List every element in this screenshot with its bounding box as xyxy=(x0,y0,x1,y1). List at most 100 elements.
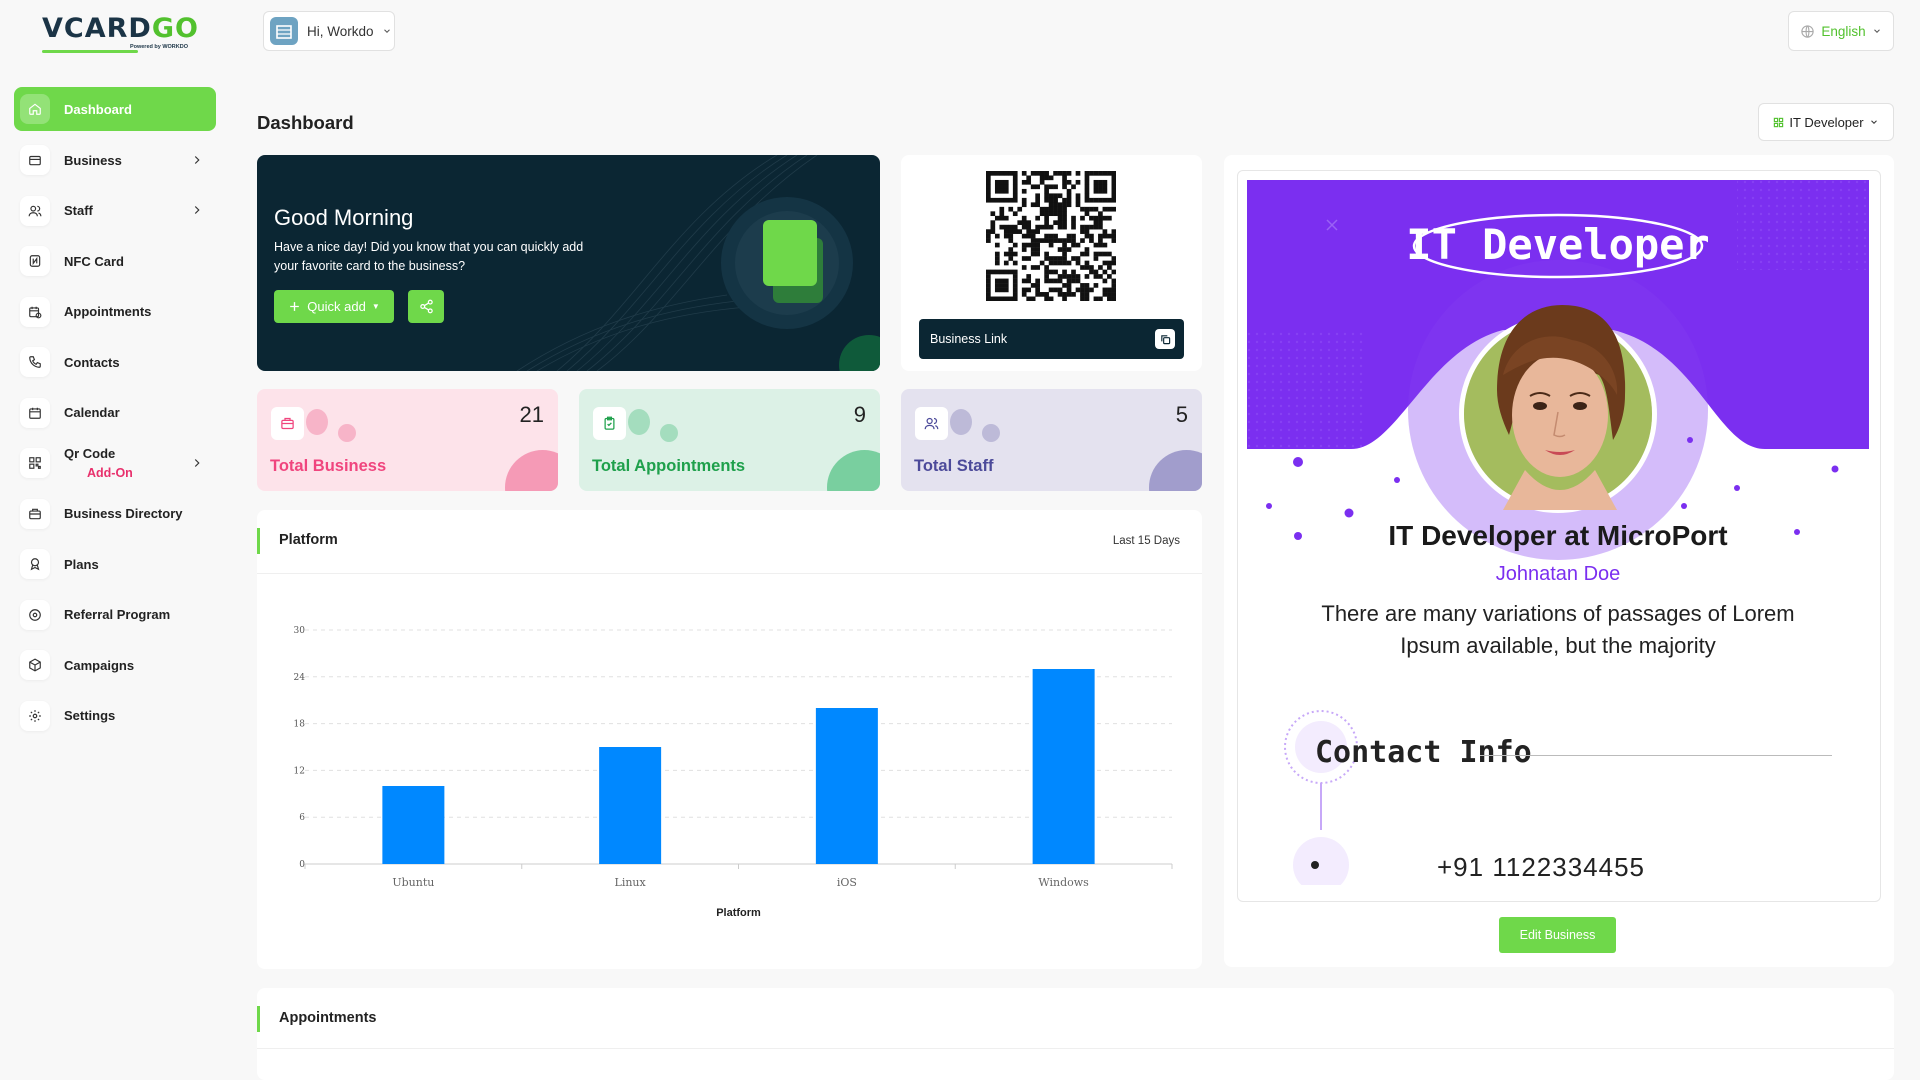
qr-module xyxy=(999,269,1005,275)
qr-module xyxy=(1021,224,1027,230)
sidebar-item-label: Settings xyxy=(64,708,116,723)
qr-module xyxy=(1107,206,1112,212)
qr-module xyxy=(1107,296,1112,301)
qr-module xyxy=(1107,292,1112,297)
qr-module xyxy=(1026,233,1032,239)
qr-module xyxy=(1107,287,1112,293)
qr-module xyxy=(1066,171,1072,176)
share-button[interactable] xyxy=(408,290,444,323)
sidebar-item-settings[interactable]: Settings xyxy=(14,694,216,737)
qr-module xyxy=(1066,283,1072,288)
qr-module xyxy=(1075,242,1081,248)
sidebar-item-label: Appointments xyxy=(64,304,152,319)
qr-module xyxy=(1107,274,1112,279)
qr-module xyxy=(1035,184,1040,190)
qr-module xyxy=(1093,220,1099,225)
qr-module xyxy=(1102,229,1108,234)
qr-module xyxy=(1048,206,1054,212)
language-selector[interactable]: English xyxy=(1788,11,1894,51)
qr-code-image[interactable] xyxy=(986,171,1116,301)
qr-module xyxy=(1012,197,1018,203)
stat-card-total-business[interactable]: 21 Total Business xyxy=(257,389,558,491)
qr-module xyxy=(1030,238,1036,243)
qr-module xyxy=(1066,260,1072,266)
phone-icon xyxy=(20,347,50,377)
qr-module xyxy=(1093,179,1099,185)
sidebar-item-qr-code[interactable]: Qr Code Add-On xyxy=(14,442,216,485)
qr-module xyxy=(999,197,1005,203)
qr-module xyxy=(1021,202,1027,208)
qr-module xyxy=(1021,265,1027,270)
qr-module xyxy=(1098,211,1103,217)
qr-module xyxy=(1012,229,1018,234)
qr-module xyxy=(1066,287,1072,293)
decorative-bubble xyxy=(628,409,650,435)
qr-module xyxy=(1021,278,1027,284)
sidebar-item-plans[interactable]: Plans xyxy=(14,543,216,586)
qr-module xyxy=(986,197,991,203)
qr-module xyxy=(1048,211,1054,217)
qr-module xyxy=(1084,292,1090,297)
user-menu-button[interactable]: Hi, Workdo xyxy=(263,11,395,51)
stat-value: 9 xyxy=(853,402,866,427)
sidebar-item-appointments[interactable]: Appointments xyxy=(14,290,216,333)
date-range-label[interactable]: Last 15 Days xyxy=(1113,535,1180,547)
edit-business-button[interactable]: Edit Business xyxy=(1499,917,1616,953)
business-link-bar[interactable]: Business Link xyxy=(919,319,1184,359)
qr-module xyxy=(999,211,1005,217)
qr-module xyxy=(1035,238,1040,243)
qr-module xyxy=(1044,188,1049,194)
logo[interactable]: VCARDGO Powered by WORKDO xyxy=(42,14,198,58)
qr-module xyxy=(1030,229,1036,234)
qr-module xyxy=(1057,260,1063,266)
qr-module xyxy=(1102,287,1108,293)
qr-module xyxy=(1080,215,1085,221)
decorative-bubble xyxy=(338,424,356,442)
sidebar-item-business[interactable]: Business xyxy=(14,139,216,182)
qr-module xyxy=(1066,292,1072,297)
qr-module xyxy=(1044,175,1049,181)
qr-module xyxy=(1012,242,1018,248)
qr-module xyxy=(1048,256,1054,261)
qr-module xyxy=(1053,233,1058,239)
qr-module xyxy=(1102,278,1108,284)
qr-module xyxy=(1098,171,1103,176)
vcard-preview[interactable]: IT Developer IT Developer at MicroPort J… xyxy=(1247,180,1869,885)
qr-module xyxy=(1066,274,1072,279)
qr-module xyxy=(1030,171,1036,176)
stat-card-total-appointments[interactable]: 9 Total Appointments xyxy=(579,389,880,491)
qr-module xyxy=(1062,274,1067,279)
qr-module xyxy=(1044,197,1049,203)
sidebar-item-campaigns[interactable]: Campaigns xyxy=(14,644,216,687)
stat-value: 5 xyxy=(1175,402,1188,427)
quick-add-button[interactable]: Quick add ▼ xyxy=(274,290,394,323)
qr-module xyxy=(1093,197,1099,203)
sidebar-item-contacts[interactable]: Contacts xyxy=(14,341,216,384)
qr-module xyxy=(1075,171,1081,176)
sidebar-nav: Dashboard Business Staff NFC Card Appoin… xyxy=(14,87,216,745)
qr-module xyxy=(986,184,991,190)
copy-button[interactable] xyxy=(1155,329,1175,349)
sidebar-item-label: Referral Program xyxy=(64,607,171,622)
qr-module xyxy=(1021,247,1027,252)
qr-module xyxy=(1053,171,1058,176)
qr-module xyxy=(1062,206,1067,212)
qr-module xyxy=(1066,179,1072,185)
sidebar-item-calendar[interactable]: Calendar xyxy=(14,391,216,434)
copy-icon xyxy=(1160,334,1170,344)
chevron-down-icon xyxy=(1870,120,1877,124)
sidebar-item-business-directory[interactable]: Business Directory xyxy=(14,492,216,535)
stat-card-total-staff[interactable]: 5 Total Staff xyxy=(901,389,1202,491)
qr-module xyxy=(1039,224,1045,230)
qr-module xyxy=(994,256,1000,261)
sidebar-item-referral-program[interactable]: Referral Program xyxy=(14,593,216,636)
qr-module xyxy=(994,260,1000,266)
qr-module xyxy=(1003,260,1009,266)
sidebar-item-dashboard[interactable]: Dashboard xyxy=(14,87,216,131)
sidebar-item-nfc-card[interactable]: NFC Card xyxy=(14,240,216,283)
qr-module xyxy=(1057,238,1063,243)
qr-module xyxy=(1003,283,1009,288)
business-select[interactable]: IT Developer xyxy=(1758,103,1894,141)
qr-module xyxy=(1089,224,1094,230)
sidebar-item-staff[interactable]: Staff xyxy=(14,189,216,232)
